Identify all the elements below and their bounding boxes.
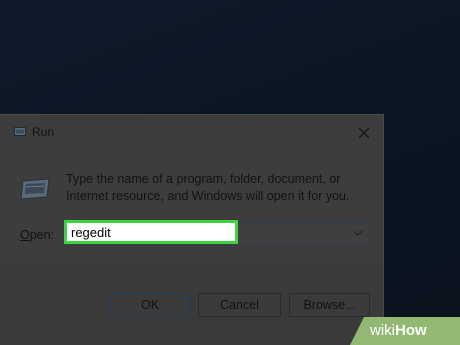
open-label-rest: pen: (29, 228, 55, 242)
window-title: Run (32, 125, 55, 139)
run-program-icon (20, 178, 50, 200)
chevron-down-icon[interactable] (352, 227, 364, 239)
run-dialog: Run Type the name of a program, folder, … (0, 114, 384, 345)
open-label: Open: (20, 228, 54, 242)
watermark-suffix: How (395, 322, 427, 339)
close-icon (358, 127, 370, 139)
instruction-text: Type the name of a program, folder, docu… (66, 172, 350, 203)
open-input[interactable] (64, 220, 238, 244)
watermark-prefix: wiki (370, 322, 395, 339)
ok-button[interactable]: OK (110, 293, 190, 317)
title-bar: Run (0, 115, 383, 149)
run-icon (14, 127, 26, 136)
close-button[interactable] (354, 123, 374, 143)
wikihow-watermark: wikiHow (350, 317, 460, 345)
watermark-logo-text: wikiHow (370, 322, 427, 339)
browse-button[interactable]: Browse... (289, 293, 370, 317)
cancel-button[interactable]: Cancel (198, 293, 281, 317)
open-label-accesskey: O (20, 228, 30, 242)
